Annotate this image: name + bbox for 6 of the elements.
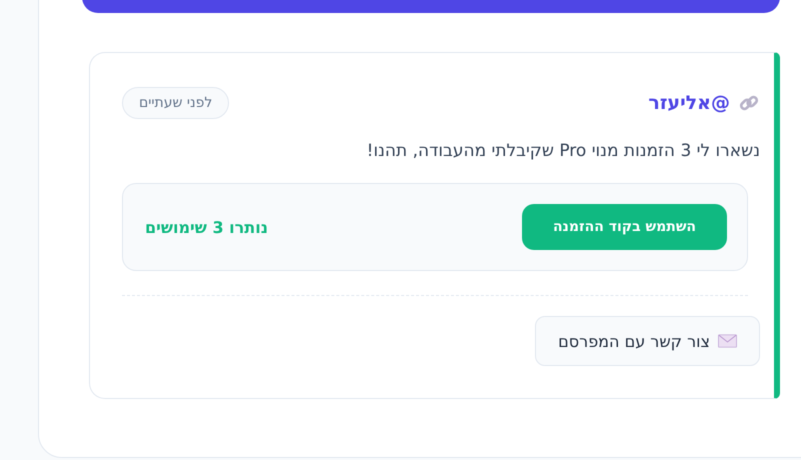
timestamp-pill: לפני שעתיים [122, 87, 230, 119]
remaining-uses: נותרו 3 שימושים [145, 218, 268, 236]
author-name[interactable]: @אליעזר [648, 92, 730, 114]
contact-button[interactable]: צור קשר עם המפרסם [535, 316, 760, 366]
envelope-icon [718, 334, 737, 348]
post-message: נשארו לי 3 הזמנות מנוי Pro שקיבלתי מהעבודה, תהנו! [366, 141, 760, 161]
